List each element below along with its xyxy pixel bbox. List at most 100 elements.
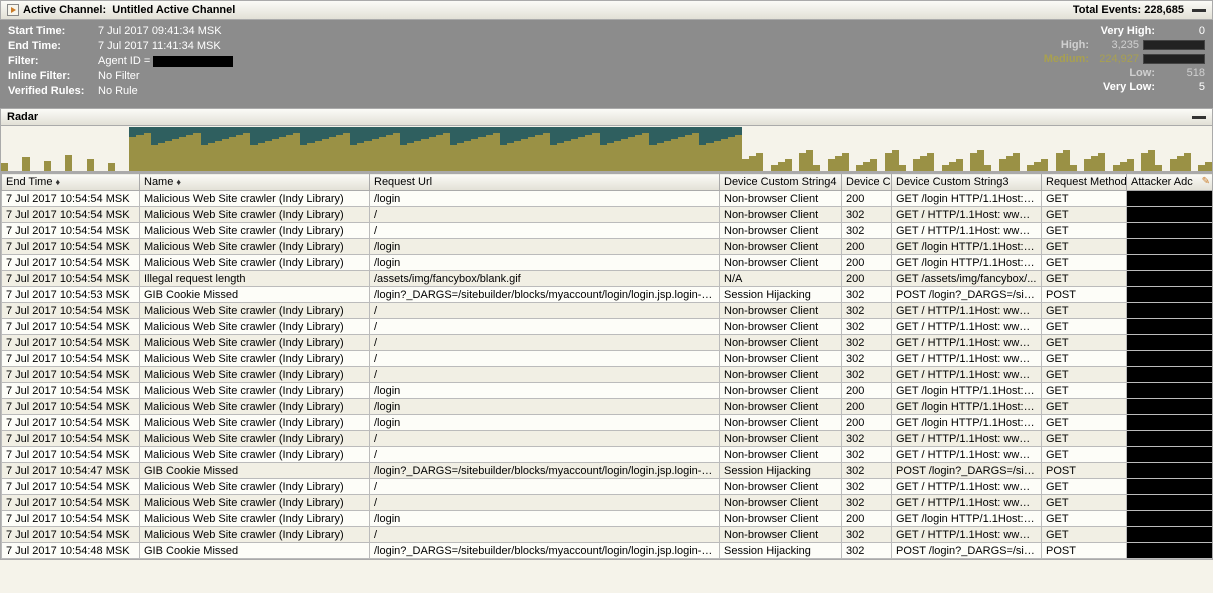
cell: Session Hijacking [720,543,842,559]
col-attacker[interactable]: Attacker Adc✎ [1127,174,1213,191]
col-dcs4[interactable]: Device Custom String4 [720,174,842,191]
table-row[interactable]: 7 Jul 2017 10:54:54 MSKMalicious Web Sit… [2,479,1213,495]
table-row[interactable]: 7 Jul 2017 10:54:54 MSKMalicious Web Sit… [2,207,1213,223]
radar-header: Radar [0,108,1213,126]
col-end-time[interactable]: End Time ♦ [2,174,140,191]
cell: 7 Jul 2017 10:54:54 MSK [2,367,140,383]
cell: / [370,447,720,463]
cell: GET / HTTP/1.1Host: www.... [892,447,1042,463]
attacker-cell-redacted [1127,543,1213,559]
cell: 7 Jul 2017 10:54:54 MSK [2,511,140,527]
sort-icon: ♦ [176,177,181,187]
cell: GET [1042,399,1127,415]
minimize-icon[interactable] [1192,9,1206,12]
table-row[interactable]: 7 Jul 2017 10:54:54 MSKMalicious Web Sit… [2,399,1213,415]
table-row[interactable]: 7 Jul 2017 10:54:54 MSKMalicious Web Sit… [2,367,1213,383]
attacker-cell-redacted [1127,367,1213,383]
col-dcs3[interactable]: Device Custom String3 [892,174,1042,191]
table-row[interactable]: 7 Jul 2017 10:54:54 MSKMalicious Web Sit… [2,319,1213,335]
cell: N/A [720,271,842,287]
table-row[interactable]: 7 Jul 2017 10:54:54 MSKMalicious Web Sit… [2,191,1213,207]
cell: GET [1042,255,1127,271]
table-row[interactable]: 7 Jul 2017 10:54:54 MSKMalicious Web Sit… [2,495,1213,511]
table-row[interactable]: 7 Jul 2017 10:54:48 MSKGIB Cookie Missed… [2,543,1213,559]
cell: GET [1042,239,1127,255]
table-row[interactable]: 7 Jul 2017 10:54:47 MSKGIB Cookie Missed… [2,463,1213,479]
cell: POST /login?_DARGS=/site... [892,463,1042,479]
cell: 7 Jul 2017 10:54:54 MSK [2,415,140,431]
cell: GET [1042,303,1127,319]
cell: 302 [842,479,892,495]
table-row[interactable]: 7 Jul 2017 10:54:54 MSKIllegal request l… [2,271,1213,287]
table-row[interactable]: 7 Jul 2017 10:54:54 MSKMalicious Web Sit… [2,335,1213,351]
cell: GET [1042,511,1127,527]
cell: Malicious Web Site crawler (Indy Library… [140,191,370,207]
cell: GET / HTTP/1.1Host: www.... [892,527,1042,543]
cell: GET / HTTP/1.1Host: www.... [892,303,1042,319]
cell: 302 [842,527,892,543]
col-name[interactable]: Name ♦ [140,174,370,191]
table-row[interactable]: 7 Jul 2017 10:54:54 MSKMalicious Web Sit… [2,239,1213,255]
redacted-value [153,56,233,67]
cell: Malicious Web Site crawler (Indy Library… [140,399,370,415]
cell: Session Hijacking [720,463,842,479]
cell: GET [1042,447,1127,463]
cell: GET [1042,191,1127,207]
cell: GET / HTTP/1.1Host: www.... [892,479,1042,495]
radar-minimize-icon[interactable] [1192,116,1206,119]
inline-filter-label: Inline Filter: [8,69,98,84]
edit-icon[interactable]: ✎ [1202,176,1210,187]
attacker-cell-redacted [1127,463,1213,479]
cell: POST [1042,463,1127,479]
table-row[interactable]: 7 Jul 2017 10:54:54 MSKMalicious Web Sit… [2,527,1213,543]
table-row[interactable]: 7 Jul 2017 10:54:53 MSKGIB Cookie Missed… [2,287,1213,303]
table-row[interactable]: 7 Jul 2017 10:54:54 MSKMalicious Web Sit… [2,431,1213,447]
attacker-cell-redacted [1127,479,1213,495]
table-row[interactable]: 7 Jul 2017 10:54:54 MSKMalicious Web Sit… [2,383,1213,399]
attacker-cell-redacted [1127,223,1213,239]
table-row[interactable]: 7 Jul 2017 10:54:54 MSKMalicious Web Sit… [2,447,1213,463]
attacker-cell-redacted [1127,239,1213,255]
cell: / [370,495,720,511]
cell: /login [370,383,720,399]
cell: 302 [842,335,892,351]
cell: Non-browser Client [720,511,842,527]
col-dcu[interactable]: Device Cu [842,174,892,191]
col-request-url[interactable]: Request Url [370,174,720,191]
cell: 7 Jul 2017 10:54:54 MSK [2,319,140,335]
cell: Malicious Web Site crawler (Indy Library… [140,447,370,463]
attacker-cell-redacted [1127,191,1213,207]
cell: 200 [842,415,892,431]
attacker-cell-redacted [1127,319,1213,335]
info-panel: Start Time:7 Jul 2017 09:41:34 MSK End T… [0,20,1213,108]
table-row[interactable]: 7 Jul 2017 10:54:54 MSKMalicious Web Sit… [2,511,1213,527]
cell: Non-browser Client [720,527,842,543]
table-row[interactable]: 7 Jul 2017 10:54:54 MSKMalicious Web Sit… [2,415,1213,431]
cell: GIB Cookie Missed [140,543,370,559]
table-row[interactable]: 7 Jul 2017 10:54:54 MSKMalicious Web Sit… [2,351,1213,367]
attacker-cell-redacted [1127,351,1213,367]
radar-chart[interactable] [0,126,1213,172]
high-bar [1143,40,1205,50]
cell: 7 Jul 2017 10:54:48 MSK [2,543,140,559]
cell: 7 Jul 2017 10:54:47 MSK [2,463,140,479]
end-time-label: End Time: [8,39,98,54]
play-icon[interactable] [7,4,19,16]
table-row[interactable]: 7 Jul 2017 10:54:54 MSKMalicious Web Sit… [2,255,1213,271]
cell: GIB Cookie Missed [140,287,370,303]
cell: / [370,303,720,319]
cell: 7 Jul 2017 10:54:54 MSK [2,239,140,255]
cell: / [370,479,720,495]
col-method[interactable]: Request Method [1042,174,1127,191]
cell: 7 Jul 2017 10:54:54 MSK [2,479,140,495]
attacker-cell-redacted [1127,399,1213,415]
cell: / [370,335,720,351]
table-row[interactable]: 7 Jul 2017 10:54:54 MSKMalicious Web Sit… [2,223,1213,239]
start-time-label: Start Time: [8,24,98,39]
cell: POST [1042,543,1127,559]
cell: GET [1042,335,1127,351]
cell: GET [1042,415,1127,431]
table-row[interactable]: 7 Jul 2017 10:54:54 MSKMalicious Web Sit… [2,303,1213,319]
cell: GET [1042,527,1127,543]
attacker-cell-redacted [1127,271,1213,287]
